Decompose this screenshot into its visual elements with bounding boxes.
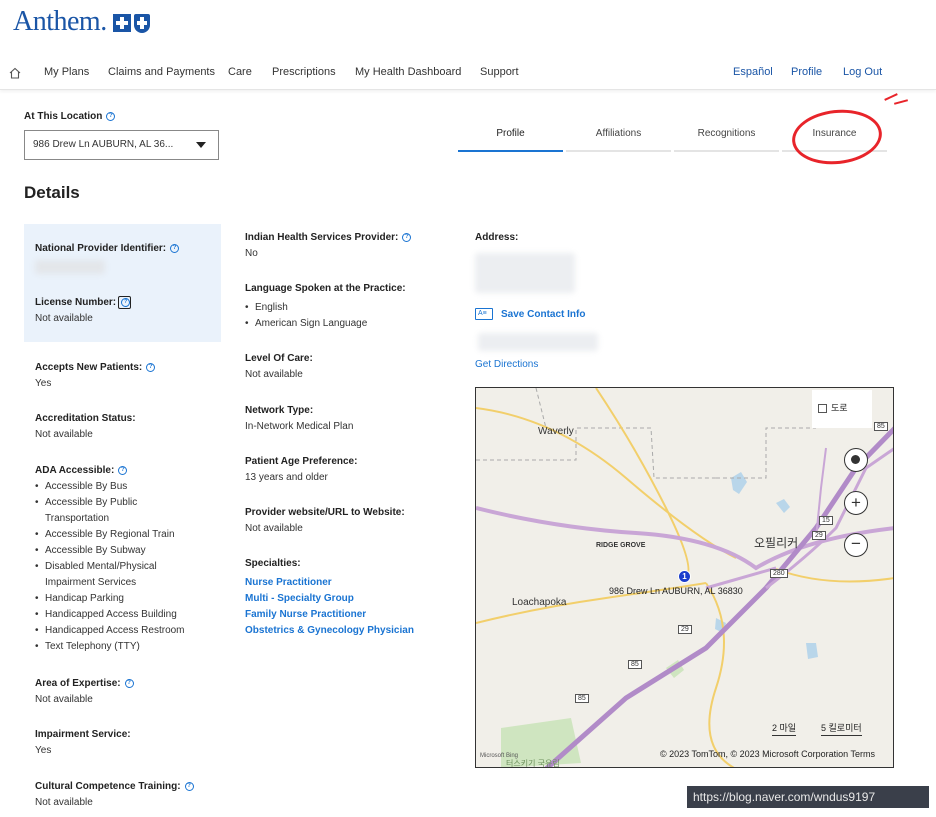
cultural-competence-field: Cultural Competence Training:? Not avail…: [35, 780, 194, 810]
indian-health-field: Indian Health Services Provider:? No: [245, 231, 412, 261]
nav-my-health-dashboard[interactable]: My Health Dashboard: [355, 66, 461, 78]
help-icon[interactable]: ?: [170, 243, 180, 253]
help-icon[interactable]: [118, 296, 132, 309]
list-item: Accessible By Regional Train: [35, 527, 215, 543]
top-navigation: My Plans Claims and Payments Care Prescr…: [0, 58, 936, 90]
list-item: Handicapped Access Building: [35, 607, 215, 623]
pin-label: 986 Drew Ln AUBURN, AL 36830: [609, 586, 743, 596]
nav-espanol[interactable]: Español: [733, 66, 773, 78]
place-label: Waverly: [538, 426, 574, 437]
road-layer-toggle[interactable]: 도로: [812, 390, 872, 428]
list-item: English: [245, 300, 406, 316]
specialty-link[interactable]: Obstetrics & Gynecology Physician: [245, 623, 414, 639]
redacted-value: [35, 260, 105, 274]
route-shield: 85: [628, 660, 642, 669]
home-icon[interactable]: [8, 66, 22, 80]
route-shield: 85: [874, 422, 888, 431]
chevron-down-icon: [196, 142, 206, 148]
bing-logo: Microsoft Bing: [480, 753, 519, 759]
network-type-field: Network Type: In-Network Medical Plan: [245, 405, 354, 432]
map[interactable]: 도로 Waverly RIDGE GROVE 오필리커 Loachapoka 터…: [475, 387, 894, 768]
layer-icon: [818, 404, 827, 414]
redacted-value: [475, 253, 575, 293]
nav-my-plans[interactable]: My Plans: [44, 66, 89, 78]
redacted-value: [478, 333, 598, 351]
list-item: Accessible By Subway: [35, 543, 215, 559]
annotation-circle: [789, 105, 885, 169]
ada-list: Accessible By Bus Accessible By Public T…: [35, 479, 215, 655]
language-list: English American Sign Language: [245, 300, 406, 332]
zoom-out-icon[interactable]: −: [844, 533, 868, 557]
impairment-service-field: Impairment Service: Yes: [35, 729, 131, 756]
route-shield: 29: [812, 531, 826, 540]
help-icon[interactable]: ?: [124, 678, 134, 688]
npi-field: National Provider Identifier:?: [35, 242, 180, 274]
tab-profile[interactable]: Profile: [458, 128, 563, 152]
list-item: Accessible By Public Transportation: [35, 495, 155, 527]
zoom-in-icon[interactable]: +: [844, 491, 868, 515]
annotation-stroke: [893, 99, 909, 105]
nav-claims-and-payments[interactable]: Claims and Payments: [108, 66, 215, 78]
ada-accessible-field: ADA Accessible:? Accessible By Bus Acces…: [35, 464, 215, 655]
scale-km: 5 킬로미터: [821, 721, 862, 736]
get-directions-link[interactable]: Get Directions: [475, 359, 538, 370]
location-value: 986 Drew Ln AUBURN, AL 36...: [33, 139, 174, 150]
anthem-logo[interactable]: Anthem.: [13, 6, 150, 38]
save-contact-button[interactable]: A≡ Save Contact Info: [475, 308, 585, 320]
level-of-care-field: Level Of Care: Not available: [245, 353, 313, 380]
nav-log-out[interactable]: Log Out: [843, 66, 882, 78]
route-shield: 29: [678, 625, 692, 634]
blog-watermark: https://blog.naver.com/wndus9197: [687, 786, 929, 808]
list-item: Handicapped Access Restroom: [35, 623, 215, 639]
tab-affiliations[interactable]: Affiliations: [566, 128, 671, 152]
route-shield: 15: [819, 516, 833, 525]
place-label: 터스키기 국유림: [506, 759, 560, 768]
list-item: American Sign Language: [245, 316, 406, 332]
list-item: Handicap Parking: [35, 591, 215, 607]
details-heading: Details: [24, 183, 80, 202]
accepts-new-patients-field: Accepts New Patients:? Yes: [35, 361, 156, 391]
accreditation-field: Accreditation Status: Not available: [35, 413, 136, 440]
area-of-expertise-field: Area of Expertise:? Not available: [35, 677, 134, 707]
scale-miles: 2 마일: [772, 721, 797, 736]
place-label: Loachapoka: [512, 597, 567, 608]
nav-support[interactable]: Support: [480, 66, 519, 78]
help-icon[interactable]: ?: [402, 232, 412, 242]
place-label: 오필리커: [754, 536, 799, 550]
list-item: Accessible By Bus: [35, 479, 215, 495]
specialty-link[interactable]: Family Nurse Practitioner: [245, 607, 414, 623]
specialty-link[interactable]: Nurse Practitioner: [245, 575, 414, 591]
provider-website-field: Provider website/URL to Website: Not ava…: [245, 507, 405, 534]
tab-recognitions[interactable]: Recognitions: [674, 128, 779, 152]
help-icon[interactable]: ?: [106, 111, 116, 121]
locate-me-icon[interactable]: [844, 448, 868, 472]
help-icon[interactable]: ?: [146, 362, 156, 372]
address-field: Address:: [475, 231, 575, 293]
nav-profile[interactable]: Profile: [791, 66, 822, 78]
route-shield: 85: [575, 694, 589, 703]
list-item: Text Telephony (TTY): [35, 639, 215, 655]
contact-card-icon: A≡: [475, 308, 493, 320]
route-shield: 280: [770, 569, 788, 578]
nav-care[interactable]: Care: [228, 66, 252, 78]
location-pin[interactable]: 1: [678, 570, 691, 583]
blue-cross-blue-shield-icon: [112, 13, 150, 33]
list-item: Disabled Mental/Physical Impairment Serv…: [35, 559, 175, 591]
age-preference-field: Patient Age Preference: 13 years and old…: [245, 456, 358, 483]
annotation-stroke: [884, 93, 898, 101]
help-icon[interactable]: ?: [118, 465, 128, 475]
brand-name: Anthem.: [13, 6, 107, 37]
language-field: Language Spoken at the Practice: English…: [245, 282, 406, 332]
nav-prescriptions[interactable]: Prescriptions: [272, 66, 336, 78]
specialty-link[interactable]: Multi - Specialty Group: [245, 591, 414, 607]
specialties-field: Specialties: Nurse Practitioner Multi - …: [245, 557, 414, 639]
map-copyright[interactable]: © 2023 TomTom, © 2023 Microsoft Corporat…: [660, 749, 875, 759]
location-label: At This Location?: [24, 111, 116, 122]
place-label: RIDGE GROVE: [596, 542, 646, 549]
license-field: License Number: Not available: [35, 296, 132, 326]
help-icon[interactable]: ?: [184, 781, 194, 791]
location-select[interactable]: 986 Drew Ln AUBURN, AL 36...: [24, 130, 219, 160]
